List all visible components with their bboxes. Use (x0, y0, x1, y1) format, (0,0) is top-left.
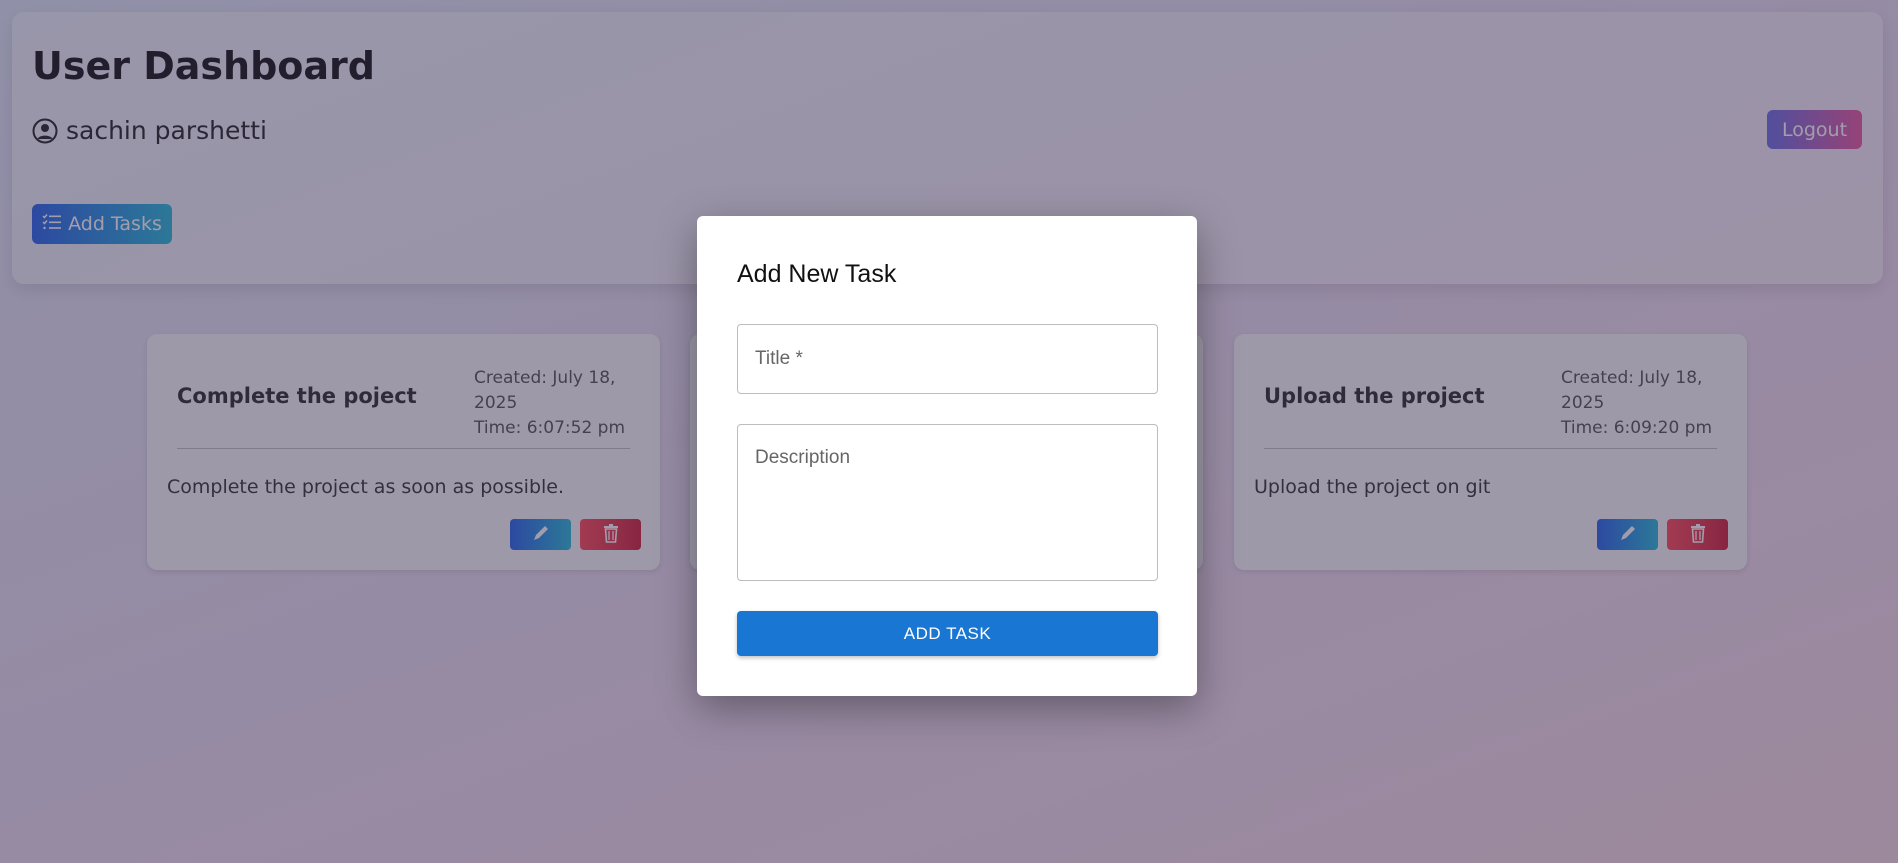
add-task-dialog: Add New Task Title * Description ADD TAS… (697, 216, 1197, 696)
title-input[interactable]: Title * (737, 324, 1158, 394)
description-placeholder: Description (755, 447, 851, 468)
dialog-title: Add New Task (737, 260, 897, 288)
title-placeholder: Title * (755, 348, 803, 369)
add-task-submit-button[interactable]: ADD TASK (737, 611, 1158, 656)
description-input[interactable]: Description (737, 424, 1158, 581)
